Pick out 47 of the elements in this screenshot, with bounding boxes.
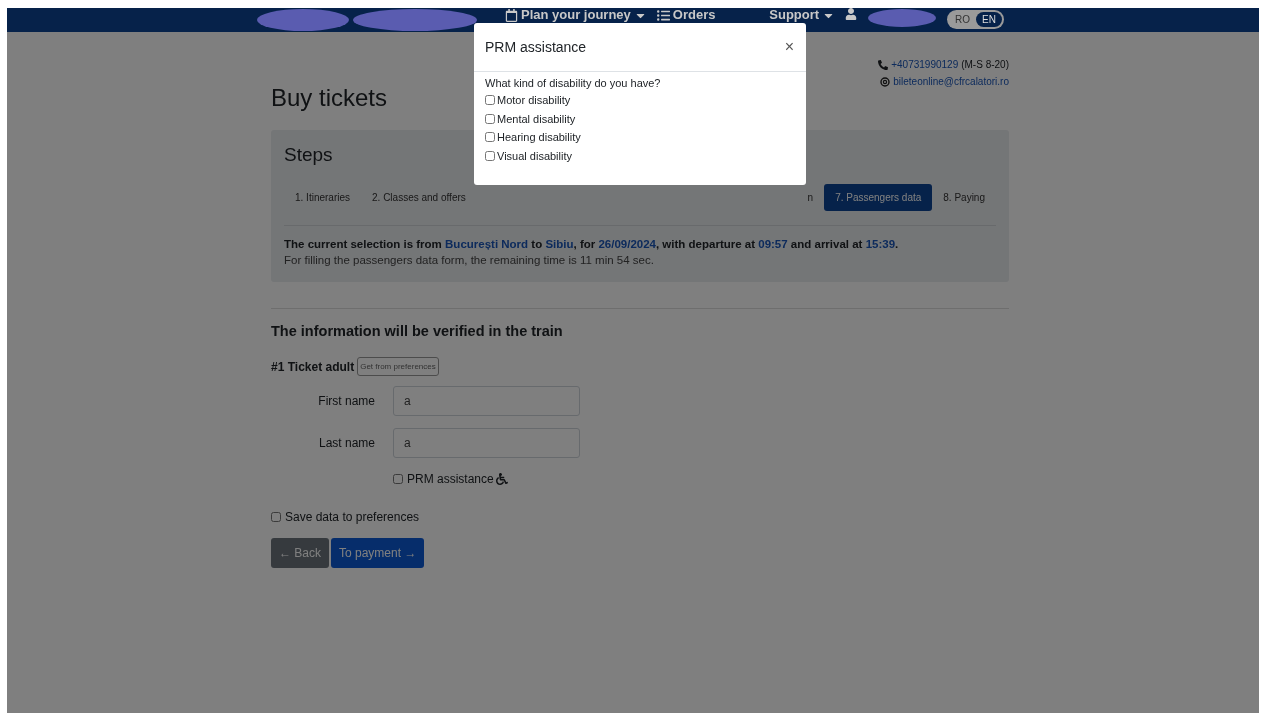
phone-icon bbox=[878, 59, 889, 70]
remaining-time: For filling the passengers data form, the remaining time is 11 min 54 sec. bbox=[284, 254, 655, 266]
language-option[interactable]: EN bbox=[976, 12, 1002, 27]
modal-title: PRM assistance bbox=[485, 39, 587, 55]
input-field[interactable]: a bbox=[393, 386, 580, 416]
checkbox[interactable] bbox=[393, 474, 403, 484]
checkbox[interactable] bbox=[485, 151, 495, 162]
user-icon bbox=[845, 8, 858, 20]
field-label: First name bbox=[317, 394, 375, 408]
checkbox[interactable] bbox=[485, 132, 495, 143]
checkbox-label: Motor disability bbox=[497, 94, 571, 107]
calendar-icon bbox=[505, 8, 518, 22]
checkbox[interactable] bbox=[485, 113, 495, 124]
nav-link[interactable]: Orders bbox=[656, 8, 716, 22]
checkbox[interactable] bbox=[485, 95, 495, 106]
checkbox-label: PRM assistance bbox=[407, 472, 494, 486]
checkbox-label: Mental disability bbox=[497, 112, 576, 125]
email-link[interactable]: bileteonline@cfrcalatori.ro bbox=[893, 73, 1009, 90]
next-button[interactable]: To payment → bbox=[331, 538, 425, 568]
panel-title: Steps bbox=[284, 144, 333, 166]
step-tab[interactable]: 7. Passengers data bbox=[824, 184, 933, 211]
checkbox-label: Visual disability bbox=[497, 150, 572, 163]
step-tab[interactable]: 2. Classes and offers bbox=[361, 184, 477, 211]
question-text: What kind of disability do you have? bbox=[485, 77, 662, 89]
ticket-label: #1 Ticket adult bbox=[271, 359, 355, 374]
close-button[interactable]: × bbox=[784, 38, 794, 56]
redaction-mark bbox=[867, 8, 938, 28]
checkbox[interactable] bbox=[271, 512, 281, 522]
list-icon bbox=[656, 8, 670, 22]
step-tab[interactable]: 1. Itineraries bbox=[284, 184, 362, 211]
page-title: Buy tickets bbox=[271, 84, 388, 112]
nav-link[interactable]: Support bbox=[769, 8, 836, 22]
phone-hours: (M-S 8-20) bbox=[961, 58, 1009, 72]
field-label: Last name bbox=[317, 436, 375, 450]
step-tab[interactable]: 8. Paying bbox=[932, 184, 996, 211]
step-tab[interactable]: n bbox=[796, 184, 825, 211]
section-heading: The information will be verified in the train bbox=[271, 323, 564, 339]
checkbox-label: Hearing disability bbox=[497, 131, 581, 144]
wheelchair-icon bbox=[495, 473, 508, 485]
input-field[interactable]: a bbox=[393, 428, 580, 458]
phone-link[interactable]: +40731990129 bbox=[891, 56, 959, 73]
checkbox-label: Save data to preferences bbox=[285, 510, 420, 524]
language-option[interactable]: RO bbox=[949, 12, 977, 27]
preferences-button[interactable]: Get from preferences bbox=[357, 357, 439, 376]
nav-link[interactable]: Plan your journey bbox=[505, 8, 647, 22]
back-button[interactable]: ← Back bbox=[271, 538, 329, 568]
selection-summary: The current selection is from București Nord to Sibiu, for 26/09/2024, with departure at 09:57 and arrival at 15:39. bbox=[284, 238, 900, 250]
